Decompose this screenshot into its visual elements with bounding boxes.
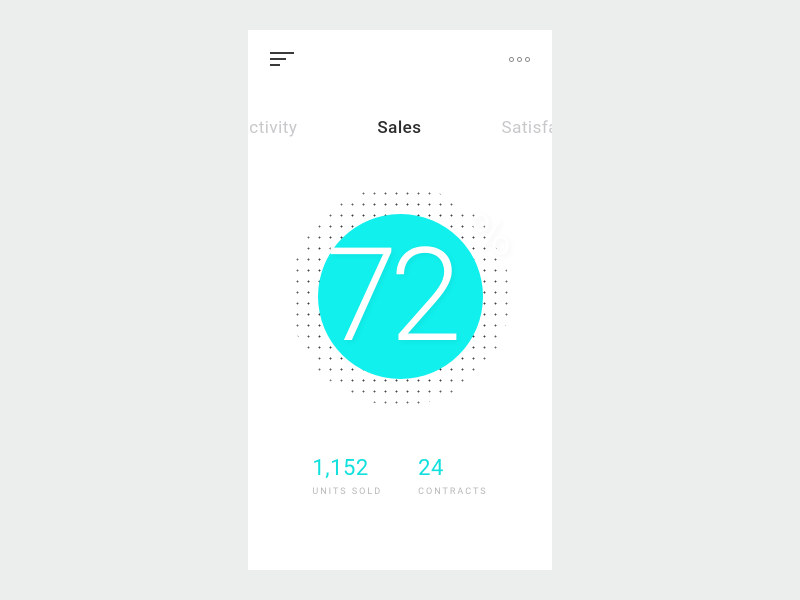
percentage-value: 72	[326, 231, 454, 361]
stat-value: 24	[418, 456, 487, 481]
stat-value: 1,152	[312, 456, 382, 481]
tab-productivity[interactable]: Productivity	[248, 118, 297, 138]
app-screen: Productivity Sales Satisfaction 72 % 1,1…	[248, 30, 552, 570]
stat-label: Units Sold	[312, 487, 382, 497]
percentage-display: 72 %	[248, 166, 552, 426]
menu-icon[interactable]	[270, 52, 294, 66]
tab-sales[interactable]: Sales	[377, 118, 421, 138]
tab-satisfaction[interactable]: Satisfaction	[502, 118, 552, 138]
percent-symbol: %	[470, 202, 511, 268]
tabs: Productivity Sales Satisfaction	[248, 118, 552, 138]
stats-row: 1,152 Units Sold 24 Contracts	[248, 456, 552, 497]
stat-contracts: 24 Contracts	[418, 456, 487, 497]
stat-units-sold: 1,152 Units Sold	[312, 456, 382, 497]
stat-label: Contracts	[418, 487, 487, 497]
more-icon[interactable]	[509, 57, 530, 62]
topbar	[248, 30, 552, 66]
